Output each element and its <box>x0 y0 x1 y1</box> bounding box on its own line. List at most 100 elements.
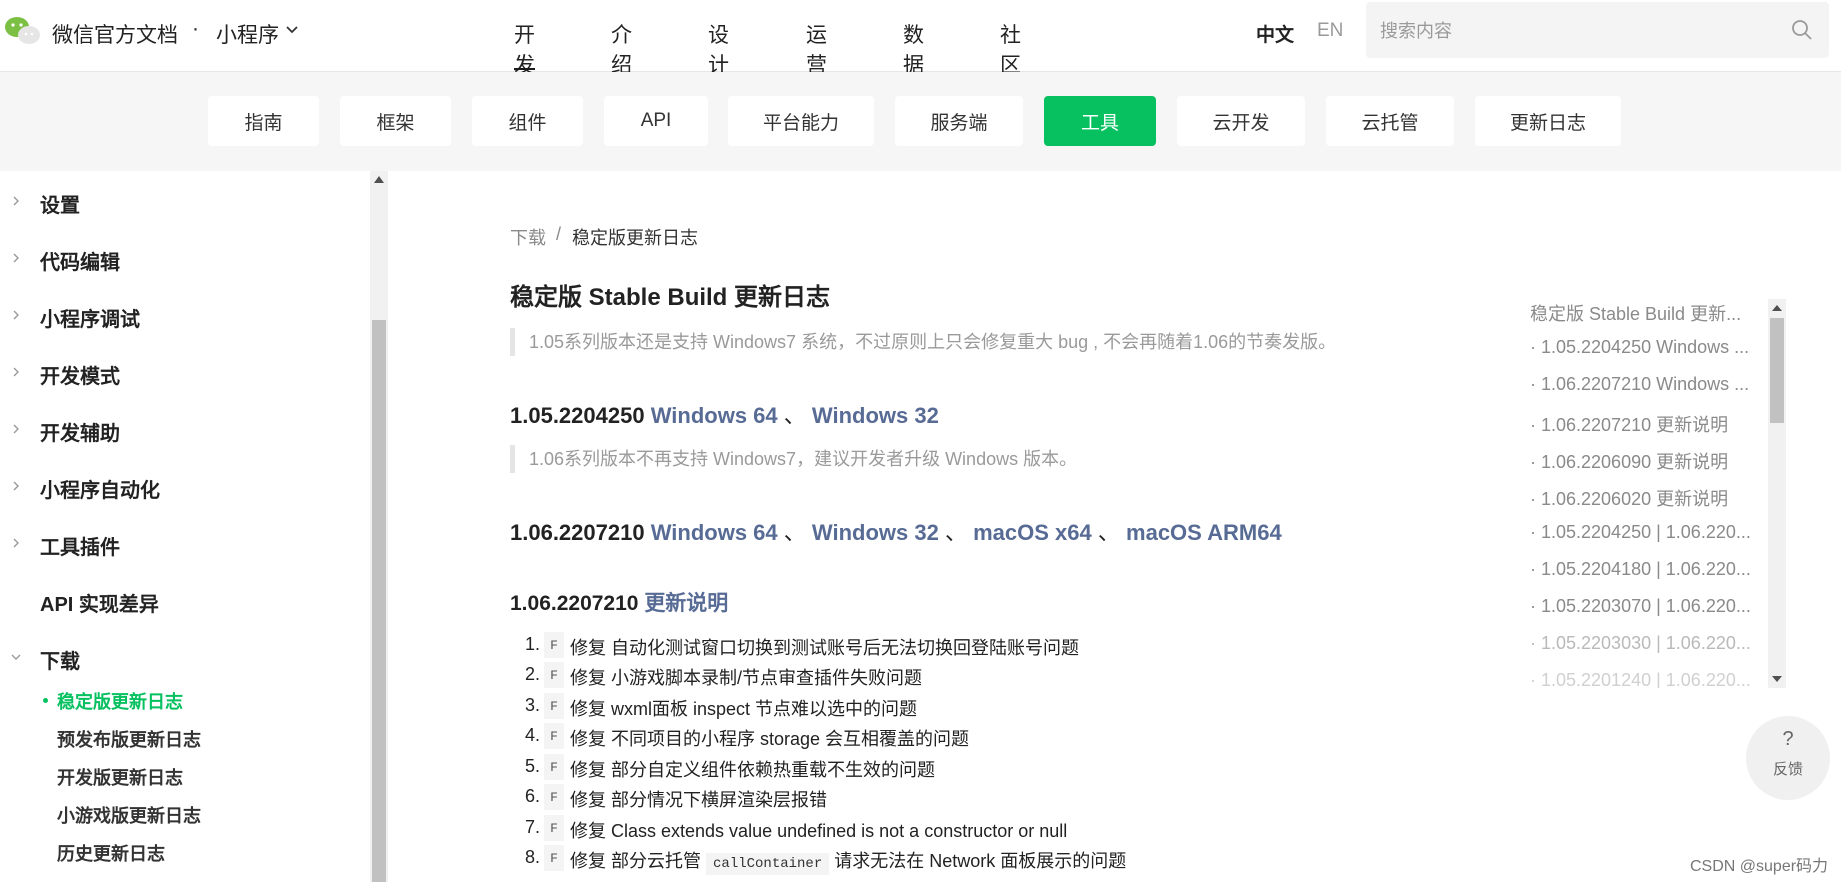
note-windows7-106: 1.06系列版本不再支持 Windows7，建议开发者升级 Windows 版本… <box>510 445 1077 473</box>
toc-item[interactable]: · 1.05.2204180 | 1.06.220... <box>1530 559 1770 580</box>
toc-scrollbar-thumb[interactable] <box>1770 318 1784 423</box>
sidebar-item-label: API 实现差异 <box>40 594 159 616</box>
download-windows-64-link[interactable]: Windows 64 <box>651 403 778 428</box>
sidebar-item-api-diff[interactable]: API 实现差异 <box>0 580 360 620</box>
sidebar-item-code-edit[interactable]: 代码编辑 <box>0 238 360 278</box>
tab-changelog[interactable]: 更新日志 <box>1475 96 1621 146</box>
tab-components[interactable]: 组件 <box>472 96 583 146</box>
tab-server[interactable]: 服务端 <box>895 96 1023 146</box>
feedback-label: 反馈 <box>1772 761 1803 778</box>
scroll-down-arrow-icon[interactable] <box>1772 676 1782 682</box>
download-windows-32-link[interactable]: Windows 32 <box>812 403 939 428</box>
sidebar: 设置 代码编辑 小程序调试 开发模式 开发辅助 小程序自动化 工具插件 API … <box>0 171 372 882</box>
nav-develop[interactable]: 开发 <box>514 19 535 79</box>
search-input[interactable] <box>1378 12 1782 50</box>
download-windows-32-link[interactable]: Windows 32 <box>812 520 939 545</box>
tab-platform[interactable]: 平台能力 <box>728 96 874 146</box>
toc-item[interactable]: · 1.06.2207210 Windows ... <box>1530 374 1770 395</box>
list-text-prefix: 修复 部分云托管 <box>570 851 707 871</box>
sidebar-item-label: 小程序自动化 <box>40 480 160 502</box>
list-item: 6. F 修复 部分情况下横屏渲染层报错 <box>510 784 1210 814</box>
list-text: 修复 Class extends value undefined is not … <box>570 821 1068 841</box>
sidebar-item-label: 下载 <box>40 651 80 673</box>
toc-item[interactable]: · 1.05.2203030 | 1.06.220... <box>1530 633 1770 654</box>
tab-cloud-hosting[interactable]: 云托管 <box>1326 96 1454 146</box>
download-macos-x64-link[interactable]: macOS x64 <box>973 520 1092 545</box>
toc-item[interactable]: · 1.06.2206090 更新说明 <box>1530 448 1770 474</box>
toc-item[interactable]: · 1.06.2206020 更新说明 <box>1530 485 1770 511</box>
product-selector[interactable]: 小程序 <box>216 19 279 49</box>
fix-tag: F <box>544 693 564 719</box>
sidebar-subitem-prerelease[interactable]: 预发布版更新日志 <box>57 726 201 752</box>
wechat-logo-icon[interactable] <box>3 14 43 46</box>
nav-operation[interactable]: 运营 <box>806 19 827 79</box>
list-item: 5. F 修复 部分自定义组件依赖热重载不生效的问题 <box>510 754 1210 784</box>
chevron-right-icon <box>13 367 19 377</box>
lang-english[interactable]: EN <box>1317 20 1343 42</box>
sidebar-item-download[interactable]: 下载 <box>0 637 360 677</box>
version-1-05-downloads: 1.05.2204250 Windows 64 、 Windows 32 <box>510 398 939 430</box>
lang-chinese[interactable]: 中文 <box>1256 20 1294 47</box>
sidebar-item-label: 开发辅助 <box>40 423 120 445</box>
sidebar-item-dev-mode[interactable]: 开发模式 <box>0 352 360 392</box>
chevron-right-icon <box>13 424 19 434</box>
nav-data[interactable]: 数据 <box>903 19 924 79</box>
nav-design[interactable]: 设计 <box>708 19 729 79</box>
list-item: 1. F 修复 自动化测试窗口切换到测试账号后无法切换回登陆账号问题 <box>510 632 1210 662</box>
tab-guide[interactable]: 指南 <box>208 96 319 146</box>
sidebar-item-settings[interactable]: 设置 <box>0 181 360 221</box>
sidebar-item-automation[interactable]: 小程序自动化 <box>0 466 360 506</box>
sidebar-item-plugins[interactable]: 工具插件 <box>0 523 360 563</box>
list-item: 3. F 修复 wxml面板 inspect 节点难以选中的问题 <box>510 693 1210 723</box>
sidebar-subitem-minigame[interactable]: 小游戏版更新日志 <box>57 802 201 828</box>
scroll-up-arrow-icon[interactable] <box>374 176 384 183</box>
breadcrumb-download[interactable]: 下载 <box>510 224 546 250</box>
sidebar-subitem-stable[interactable]: 稳定版更新日志 <box>57 688 183 714</box>
breadcrumb-separator: / <box>556 224 562 244</box>
list-text: 修复 wxml面板 inspect 节点难以选中的问题 <box>570 699 918 719</box>
scroll-up-arrow-icon[interactable] <box>1772 305 1782 311</box>
version-number: 1.06.2207210 <box>510 520 645 545</box>
search-icon[interactable] <box>1790 18 1814 42</box>
list-item: 2. F 修复 小游戏脚本录制/节点审查插件失败问题 <box>510 662 1210 692</box>
chevron-right-icon <box>13 253 19 263</box>
list-text-suffix: 请求无法在 Network 面板展示的问题 <box>829 851 1127 871</box>
nav-community[interactable]: 社区 <box>1000 19 1021 79</box>
sidebar-item-dev-assist[interactable]: 开发辅助 <box>0 409 360 449</box>
toc-item[interactable]: · 1.05.2201240 | 1.06.220... <box>1530 670 1770 688</box>
chevron-down-icon[interactable] <box>284 22 300 38</box>
sidebar-item-label: 设置 <box>40 195 80 217</box>
release-notes-heading: 1.06.2207210 更新说明 <box>510 587 728 617</box>
sidebar-scrollbar-thumb[interactable] <box>372 320 386 882</box>
tab-framework[interactable]: 框架 <box>340 96 451 146</box>
fix-tag: F <box>544 662 564 688</box>
link-separator: 、 <box>783 520 806 545</box>
chevron-right-icon <box>13 196 19 206</box>
list-item: 8. F 修复 部分云托管 callContainer 请求无法在 Networ… <box>510 845 1210 875</box>
toc-item[interactable]: · 1.06.2207210 更新说明 <box>1530 411 1770 437</box>
tab-cloud-dev[interactable]: 云开发 <box>1177 96 1305 146</box>
toc-item[interactable]: 稳定版 Stable Build 更新... <box>1530 300 1770 326</box>
toc-item[interactable]: · 1.05.2204250 | 1.06.220... <box>1530 522 1770 543</box>
list-item: 7. F 修复 Class extends value undefined is… <box>510 815 1210 845</box>
tab-tools[interactable]: 工具 <box>1044 96 1156 146</box>
feedback-button[interactable]: ? 反馈 <box>1746 716 1830 800</box>
sidebar-item-label: 代码编辑 <box>40 252 120 274</box>
sidebar-subitem-history[interactable]: 历史更新日志 <box>57 840 165 866</box>
chevron-right-icon <box>13 538 19 548</box>
sidebar-subitem-nightly[interactable]: 开发版更新日志 <box>57 764 183 790</box>
tab-api[interactable]: API <box>604 96 708 146</box>
toc-item[interactable]: · 1.05.2204250 Windows ... <box>1530 337 1770 358</box>
brand-title[interactable]: 微信官方文档 <box>52 19 178 49</box>
download-macos-arm64-link[interactable]: macOS ARM64 <box>1126 520 1282 545</box>
download-windows-64-link[interactable]: Windows 64 <box>651 520 778 545</box>
toc-item[interactable]: · 1.05.2203070 | 1.06.220... <box>1530 596 1770 617</box>
note-windows7-105: 1.05系列版本还是支持 Windows7 系统，不过原则上只会修复重大 bug… <box>510 328 1336 356</box>
release-notes-link[interactable]: 更新说明 <box>644 592 728 615</box>
list-text: 修复 部分云托管 callContainer 请求无法在 Network 面板展… <box>570 847 1127 875</box>
sidebar-item-debug[interactable]: 小程序调试 <box>0 295 360 335</box>
chevron-right-icon <box>13 481 19 491</box>
inline-code: callContainer <box>706 853 830 875</box>
question-mark-icon: ? <box>1782 728 1794 750</box>
nav-intro[interactable]: 介绍 <box>611 19 632 79</box>
